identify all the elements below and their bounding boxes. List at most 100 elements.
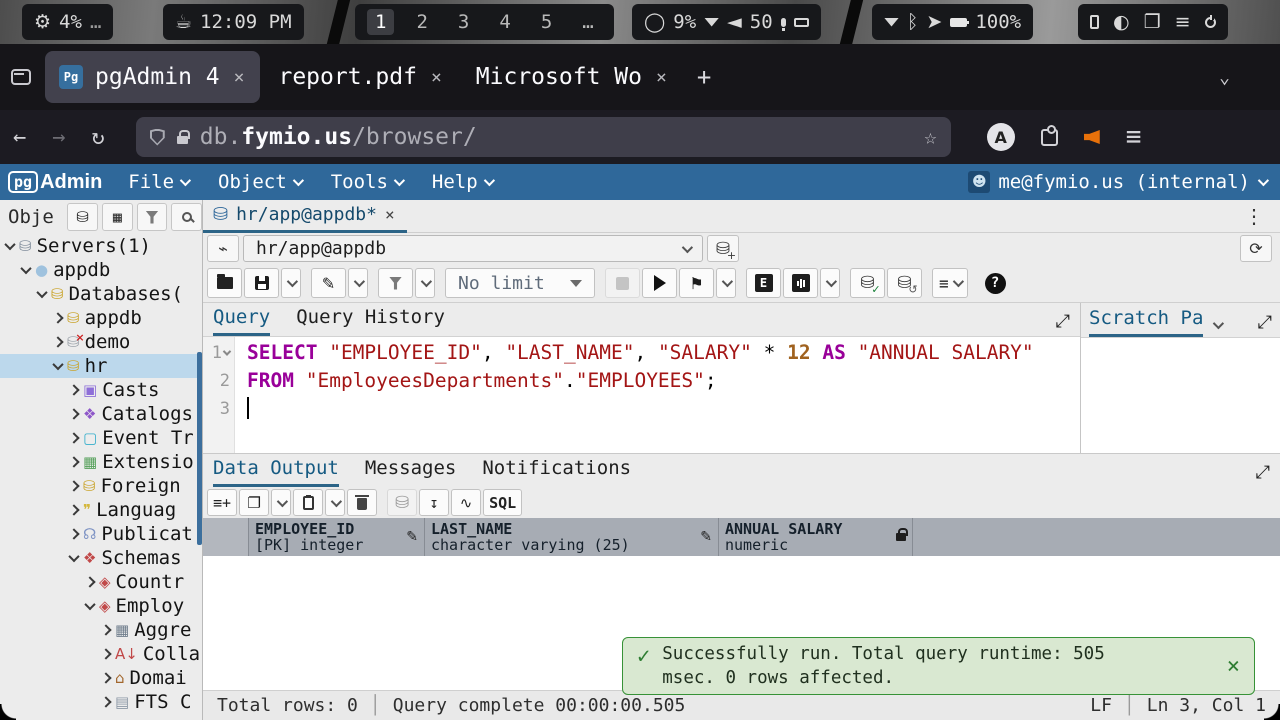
browser-tab-pgadmin[interactable]: Pg pgAdmin 4 ×: [45, 51, 260, 103]
editor-code[interactable]: SELECT "EMPLOYEE_ID", "LAST_NAME", "SALA…: [235, 337, 1034, 453]
column-header-annual-salary[interactable]: ANNUAL SALARYnumeric: [719, 518, 913, 556]
tree-item-fts-c[interactable]: ▤FTS C: [0, 690, 202, 714]
column-header-employee-id[interactable]: EMPLOYEE_ID[PK] integer✎: [249, 518, 425, 556]
list-all-tabs-chevron-icon[interactable]: ⌄: [1219, 67, 1230, 88]
megaphone-extension-icon[interactable]: [1084, 130, 1100, 144]
clock-widget[interactable]: ☕ 12:09 PM: [163, 4, 304, 40]
cpu-widget[interactable]: ⚙ 4% …: [22, 4, 113, 40]
expand-chevron-icon[interactable]: [100, 672, 111, 683]
tree-item-languag[interactable]: ❞Languag: [0, 498, 202, 522]
tab-close-icon[interactable]: ×: [429, 67, 444, 88]
browser-tab-word[interactable]: Microsoft Wo ×: [462, 51, 683, 103]
quick-settings[interactable]: ◐ ❐ ≡: [1078, 4, 1228, 40]
copy-options-button[interactable]: [271, 489, 291, 516]
tree-item-employ[interactable]: ◈Employ: [0, 594, 202, 618]
tree-item-servers-1[interactable]: ⛁Servers(1): [0, 234, 202, 258]
tree-item-publicat[interactable]: ☊Publicat: [0, 522, 202, 546]
collapse-chevron-icon[interactable]: [68, 551, 79, 562]
url-bar[interactable]: db.fymio.us/browser/ ☆: [136, 117, 951, 157]
workspace-5[interactable]: 5: [533, 9, 560, 35]
copy-button[interactable]: ❐: [239, 489, 269, 516]
scratch-pad-body[interactable]: [1081, 337, 1280, 453]
bookmark-star-icon[interactable]: ☆: [924, 125, 937, 149]
tree-item-catalogs[interactable]: ❖Catalogs: [0, 402, 202, 426]
expand-panel-icon[interactable]: ⤢: [1256, 462, 1270, 487]
extensions-icon[interactable]: [1041, 129, 1058, 146]
execute-options-button[interactable]: ⚑: [679, 268, 714, 298]
expand-chevron-icon[interactable]: [68, 384, 79, 395]
forward-button[interactable]: →: [39, 125, 78, 150]
paste-options-button[interactable]: [325, 489, 345, 516]
tab-query-history[interactable]: Query History: [296, 306, 445, 336]
tree-item-domai[interactable]: ⌂Domai: [0, 666, 202, 690]
workspace-4[interactable]: 4: [491, 9, 518, 35]
toast-close-icon[interactable]: ×: [1227, 654, 1240, 679]
paste-button[interactable]: [293, 489, 323, 516]
expand-panel-icon[interactable]: ⤢: [1056, 311, 1070, 336]
execute-button[interactable]: [642, 268, 677, 298]
edit-options-button[interactable]: [348, 268, 368, 298]
tree-item-schemas[interactable]: ❖Schemas: [0, 546, 202, 570]
url-text[interactable]: db.fymio.us/browser/: [200, 124, 912, 150]
user-menu[interactable]: ☻ me@fymio.us (internal): [968, 171, 1266, 193]
expand-chevron-icon[interactable]: [84, 576, 95, 587]
explorer-database-button[interactable]: ⛁: [67, 203, 98, 231]
save-file-button[interactable]: [244, 268, 279, 298]
https-lock-icon[interactable]: [177, 136, 188, 144]
query-tool-tab[interactable]: ⛁ hr/app@appdb* ×: [203, 200, 407, 233]
graph-visualiser-button[interactable]: ∿: [451, 489, 481, 516]
back-button[interactable]: ←: [0, 125, 39, 150]
save-options-button[interactable]: [281, 268, 301, 298]
collapse-chevron-icon[interactable]: [84, 599, 95, 610]
tree-item-colla[interactable]: A↓Colla: [0, 642, 202, 666]
expand-chevron-icon[interactable]: [52, 336, 63, 347]
expand-chevron-icon[interactable]: [100, 696, 111, 707]
tab-notifications[interactable]: Notifications: [482, 457, 631, 487]
collapse-chevron-icon[interactable]: [20, 263, 31, 274]
filter-options-button[interactable]: [415, 268, 435, 298]
explorer-filter-button[interactable]: [137, 203, 168, 231]
tab-query[interactable]: Query: [213, 306, 270, 336]
menu-object[interactable]: Object: [218, 171, 301, 193]
tree-item-extensio[interactable]: ▦Extensio: [0, 450, 202, 474]
tree-item-countr[interactable]: ◈Countr: [0, 570, 202, 594]
tree-item-appdb[interactable]: ●appdb: [0, 258, 202, 282]
browser-tab-report[interactable]: report.pdf ×: [264, 51, 457, 103]
system-tray-left[interactable]: ◯ 9% ◄ 50: [632, 4, 821, 40]
eol-indicator[interactable]: LF: [1090, 695, 1112, 716]
tree-item-casts[interactable]: ▣Casts: [0, 378, 202, 402]
add-row-button[interactable]: ≡+: [207, 489, 237, 516]
tab-messages[interactable]: Messages: [365, 457, 457, 487]
collapse-chevron-icon[interactable]: [52, 359, 63, 370]
expand-chevron-icon[interactable]: [68, 456, 79, 467]
workspace-…[interactable]: …: [574, 9, 601, 35]
expand-chevron-icon[interactable]: [68, 408, 79, 419]
expand-chevron-icon[interactable]: [68, 528, 79, 539]
menu-tools[interactable]: Tools: [331, 171, 402, 193]
download-button[interactable]: ↧: [419, 489, 449, 516]
expand-chevron-icon[interactable]: [100, 624, 111, 635]
kebab-menu-icon[interactable]: ⋮: [1244, 204, 1264, 228]
new-connection-button[interactable]: ⛁+: [707, 235, 739, 262]
reset-layout-button[interactable]: ⟳: [1240, 235, 1272, 262]
workspace-2[interactable]: 2: [408, 9, 435, 35]
show-sql-button[interactable]: SQL: [483, 489, 522, 516]
tree-scrollbar-thumb[interactable]: [197, 352, 202, 545]
expand-chevron-icon[interactable]: [68, 480, 79, 491]
tab-close-icon[interactable]: ×: [654, 67, 669, 88]
sql-editor[interactable]: 123 SELECT "EMPLOYEE_ID", "LAST_NAME", "…: [203, 337, 1080, 453]
new-tab-button[interactable]: +: [687, 63, 721, 91]
edit-button[interactable]: ✎: [311, 268, 346, 298]
explain-analyze-button[interactable]: [783, 268, 818, 298]
row-limit-dropdown[interactable]: No limit: [445, 268, 595, 298]
tree-item-foreign[interactable]: ⛁Foreign: [0, 474, 202, 498]
column-header-last-name[interactable]: LAST_NAMEcharacter varying (25)✎: [425, 518, 719, 556]
workspace-switcher[interactable]: 12345…: [355, 4, 614, 40]
firefox-view-icon[interactable]: [11, 69, 31, 85]
reload-button[interactable]: ↻: [79, 125, 118, 150]
commit-button[interactable]: ⛁✓: [850, 268, 885, 298]
tree-item-demo[interactable]: ⛁×demo: [0, 330, 202, 354]
connection-status-button[interactable]: ⌁: [207, 235, 239, 262]
menu-icon[interactable]: ≡: [1126, 122, 1142, 152]
close-icon[interactable]: ×: [385, 205, 395, 224]
